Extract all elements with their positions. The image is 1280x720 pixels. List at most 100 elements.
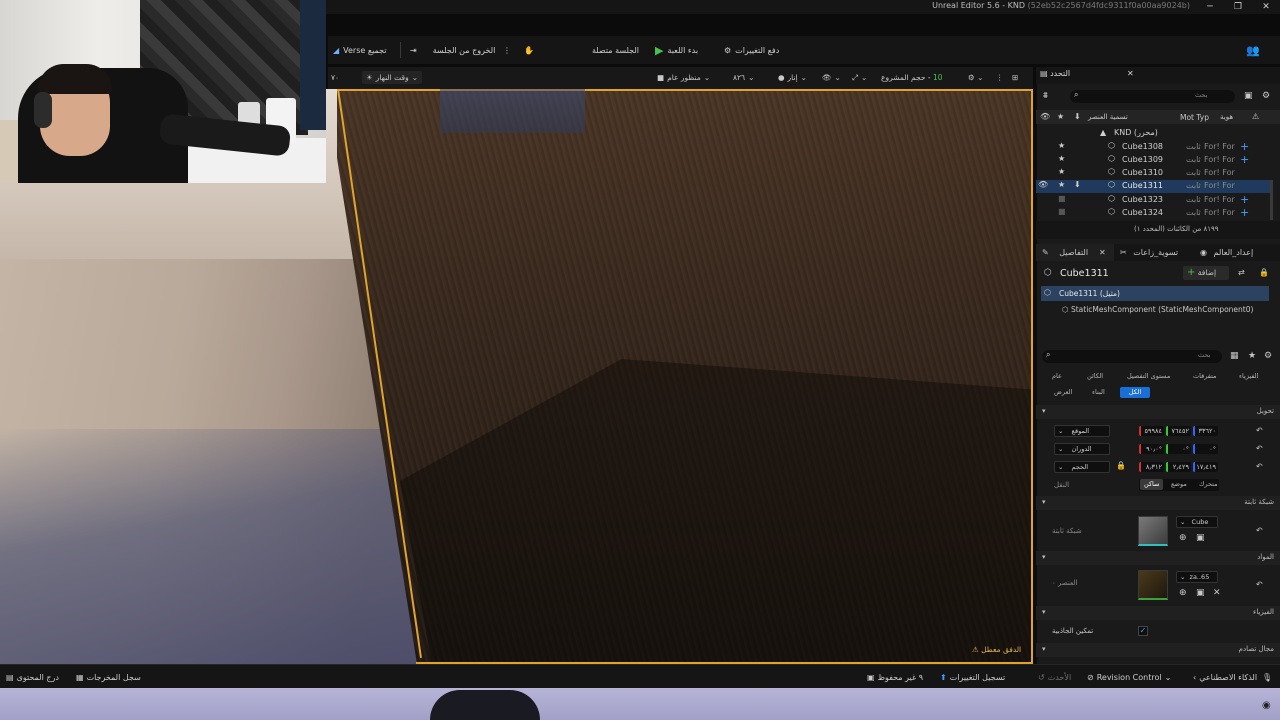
filter-icon[interactable]: ⩩	[1043, 91, 1048, 101]
tab-world-partition[interactable]: ✂ تسوية_زاعات	[1120, 248, 1178, 257]
outliner-row[interactable]: ★ ⬡ Cube1310 ثابت For! For	[1036, 167, 1280, 180]
grid-size-value[interactable]: 10	[933, 71, 943, 84]
viewport-menu[interactable]: ٧٠	[331, 71, 339, 84]
more-options-icon[interactable]: ⋮	[503, 43, 511, 57]
reset-mesh-icon[interactable]: ↶	[1256, 526, 1263, 535]
mobility-static[interactable]: ساكن	[1140, 479, 1164, 490]
browse-icon[interactable]: ▣	[1196, 588, 1205, 598]
gravity-checkbox[interactable]: ✓	[1138, 626, 1148, 636]
check-in-button[interactable]: ⬆ تسجيل التغييرات	[940, 671, 1005, 683]
static-mesh-section-header[interactable]: ▾ شبكة ثابتة	[1036, 496, 1280, 510]
details-search-input[interactable]: ⌕ بحث	[1042, 350, 1222, 363]
session-status[interactable]: ✋ الجلسة متصلة	[524, 43, 639, 57]
blueprint-icon[interactable]: ⇄	[1238, 268, 1245, 277]
push-changes-button[interactable]: ⚙ دفع التغييرات	[724, 43, 779, 57]
materials-section-header[interactable]: ▾ المواد	[1036, 551, 1280, 565]
exit-session-button[interactable]: ⇥ الخروج من الجلسة	[410, 43, 495, 57]
filter-actor[interactable]: الكائن	[1083, 371, 1107, 382]
pin-column-icon[interactable]: ⬇	[1074, 112, 1081, 121]
favorite-icon[interactable]: ★	[1248, 351, 1256, 361]
maximize-button[interactable]: ❐	[1224, 1, 1252, 13]
filter-physics[interactable]: الفيزياء	[1235, 371, 1262, 382]
tab-details[interactable]: ✎ التفاصيل	[1042, 248, 1088, 257]
visibility-column-icon[interactable]: 👁	[1040, 112, 1050, 121]
perspective-dropdown[interactable]: ■ منظور عام ⌄	[657, 71, 710, 84]
start-game-button[interactable]: ▶ بدء اللعبة	[655, 43, 698, 57]
use-selected-icon[interactable]: ⊕	[1179, 533, 1187, 543]
warning-column-icon[interactable]: ⚠	[1252, 112, 1259, 121]
rotation-dropdown[interactable]: ⌄ الدوران	[1054, 443, 1110, 455]
mesh-thumbnail[interactable]	[1138, 516, 1168, 546]
transform-section-header[interactable]: ▾ تحويل	[1036, 405, 1280, 419]
add-icon[interactable]: +	[1240, 153, 1249, 166]
settings-gear-icon[interactable]: ⚙ ⌄	[968, 71, 983, 84]
actor-name[interactable]: Cube1311	[1060, 268, 1109, 279]
show-dropdown[interactable]: 👁 ⌄	[822, 71, 841, 84]
rotation-x-field[interactable]: ٩٠٫٠°	[1139, 444, 1164, 454]
filter-build[interactable]: البناء	[1088, 387, 1109, 398]
reset-material-icon[interactable]: ↶	[1256, 580, 1263, 589]
output-log-button[interactable]: ▦ سجل المخرجات	[76, 671, 141, 683]
details-settings-icon[interactable]: ⚙	[1264, 351, 1272, 361]
microphone-icon[interactable]: 🎙	[1262, 671, 1272, 683]
filter-all[interactable]: الكل	[1120, 387, 1150, 398]
compile-verse-button[interactable]: ◢ Verse تجميع	[333, 43, 387, 57]
tab-outliner[interactable]: ▤ التحدد	[1040, 69, 1070, 83]
item-label-column[interactable]: تسمية العنصر	[1088, 113, 1128, 121]
revision-control-dropdown[interactable]: ⊘ Revision Control ⌄	[1087, 671, 1171, 683]
id-column[interactable]: هوية	[1220, 113, 1233, 121]
material-thumbnail[interactable]	[1138, 570, 1168, 600]
fov-dropdown[interactable]: ٨٢٦ ⌄	[733, 71, 754, 84]
outliner-row[interactable]: ■ ⬡ Cube1324 ثابت For! For +	[1036, 206, 1280, 220]
mesh-dropdown[interactable]: ⌄ Cube	[1176, 516, 1218, 528]
viewport-kebab-icon[interactable]: ⋮	[996, 71, 1004, 84]
type-column[interactable]: Mot Typ	[1180, 113, 1209, 122]
add-component-button[interactable]: + إضافة	[1183, 266, 1229, 280]
scale-z-field[interactable]: ١٧٫٤١٩	[1193, 462, 1218, 472]
outliner-root-row[interactable]: ▲ KND (محرر)	[1036, 127, 1280, 140]
layout-icon[interactable]: ⊞	[1012, 71, 1018, 84]
table-view-icon[interactable]: ▦	[1230, 351, 1239, 361]
browse-icon[interactable]: ▣	[1196, 533, 1205, 543]
filter-misc[interactable]: متفرقات	[1189, 371, 1221, 382]
reset-rotation-icon[interactable]: ↶	[1256, 444, 1263, 453]
filter-general[interactable]: عام	[1048, 371, 1066, 382]
mobility-stationary[interactable]: موضع	[1167, 479, 1191, 490]
close-outliner-icon[interactable]: ✕	[1127, 69, 1134, 83]
add-icon[interactable]: +	[1240, 206, 1249, 219]
use-selected-icon[interactable]: ⊕	[1179, 588, 1187, 598]
outliner-scrollbar[interactable]	[1270, 180, 1273, 220]
physics-section-header[interactable]: ▾ الفيزياء	[1036, 606, 1280, 620]
reset-scale-icon[interactable]: ↶	[1256, 462, 1263, 471]
mobility-movable[interactable]: متحرك	[1195, 479, 1222, 490]
outliner-row[interactable]: ★ ⬡ Cube1309 ثابت For! For +	[1036, 153, 1280, 167]
content-drawer-button[interactable]: ▤ درج المحتوى	[6, 671, 59, 683]
collision-section-header[interactable]: ▾ مجال تصادم	[1036, 643, 1280, 657]
add-icon[interactable]: +	[1240, 193, 1249, 206]
outliner-search-input[interactable]: ⌕ بحث	[1070, 90, 1235, 103]
material-dropdown[interactable]: ⌄ za..65	[1176, 571, 1218, 583]
star-column-icon[interactable]: ★	[1057, 112, 1064, 121]
component-instance-row[interactable]: ⬡ Cube1311 (مثيل)	[1041, 286, 1269, 301]
location-x-field[interactable]: ٥٩٩٨٤	[1139, 426, 1164, 436]
time-of-day-dropdown[interactable]: ☀ وقت النهار ⌄	[362, 71, 422, 84]
filter-rendering[interactable]: العرض	[1050, 387, 1076, 398]
scale-y-field[interactable]: ٢٫٤٢٩	[1166, 462, 1191, 472]
lit-dropdown[interactable]: ● إنار ⌄	[778, 71, 807, 84]
location-z-field[interactable]: ٣٣٦٢٠	[1193, 426, 1218, 436]
minimize-button[interactable]: ─	[1196, 1, 1224, 13]
outliner-row-selected[interactable]: 👁 ★ ⬇ ⬡ Cube1311 ثابت For! For	[1036, 180, 1270, 193]
tab-world-settings[interactable]: ◉ إعداد_العالم	[1200, 248, 1253, 257]
lock-icon[interactable]: 🔒	[1259, 268, 1269, 277]
outliner-settings-icon[interactable]: ⚙	[1262, 91, 1270, 101]
snap-dropdown[interactable]: ⤢ ⌄	[852, 71, 867, 84]
add-folder-icon[interactable]: ▣	[1244, 91, 1253, 101]
add-icon[interactable]: +	[1240, 140, 1249, 153]
rotation-y-field[interactable]: ٠°	[1166, 444, 1191, 454]
clear-icon[interactable]: ✕	[1213, 588, 1221, 598]
component-row[interactable]: ⬡ StaticMeshComponent (StaticMeshCompone…	[1062, 305, 1253, 314]
scale-x-field[interactable]: ٨٫٣١٢	[1139, 462, 1164, 472]
sync-latest-button[interactable]: ↺ الأحدث	[1038, 671, 1071, 683]
close-details-icon[interactable]: ✕	[1099, 248, 1106, 257]
unsaved-button[interactable]: ▣ ٩ غير محفوظ	[867, 671, 923, 683]
